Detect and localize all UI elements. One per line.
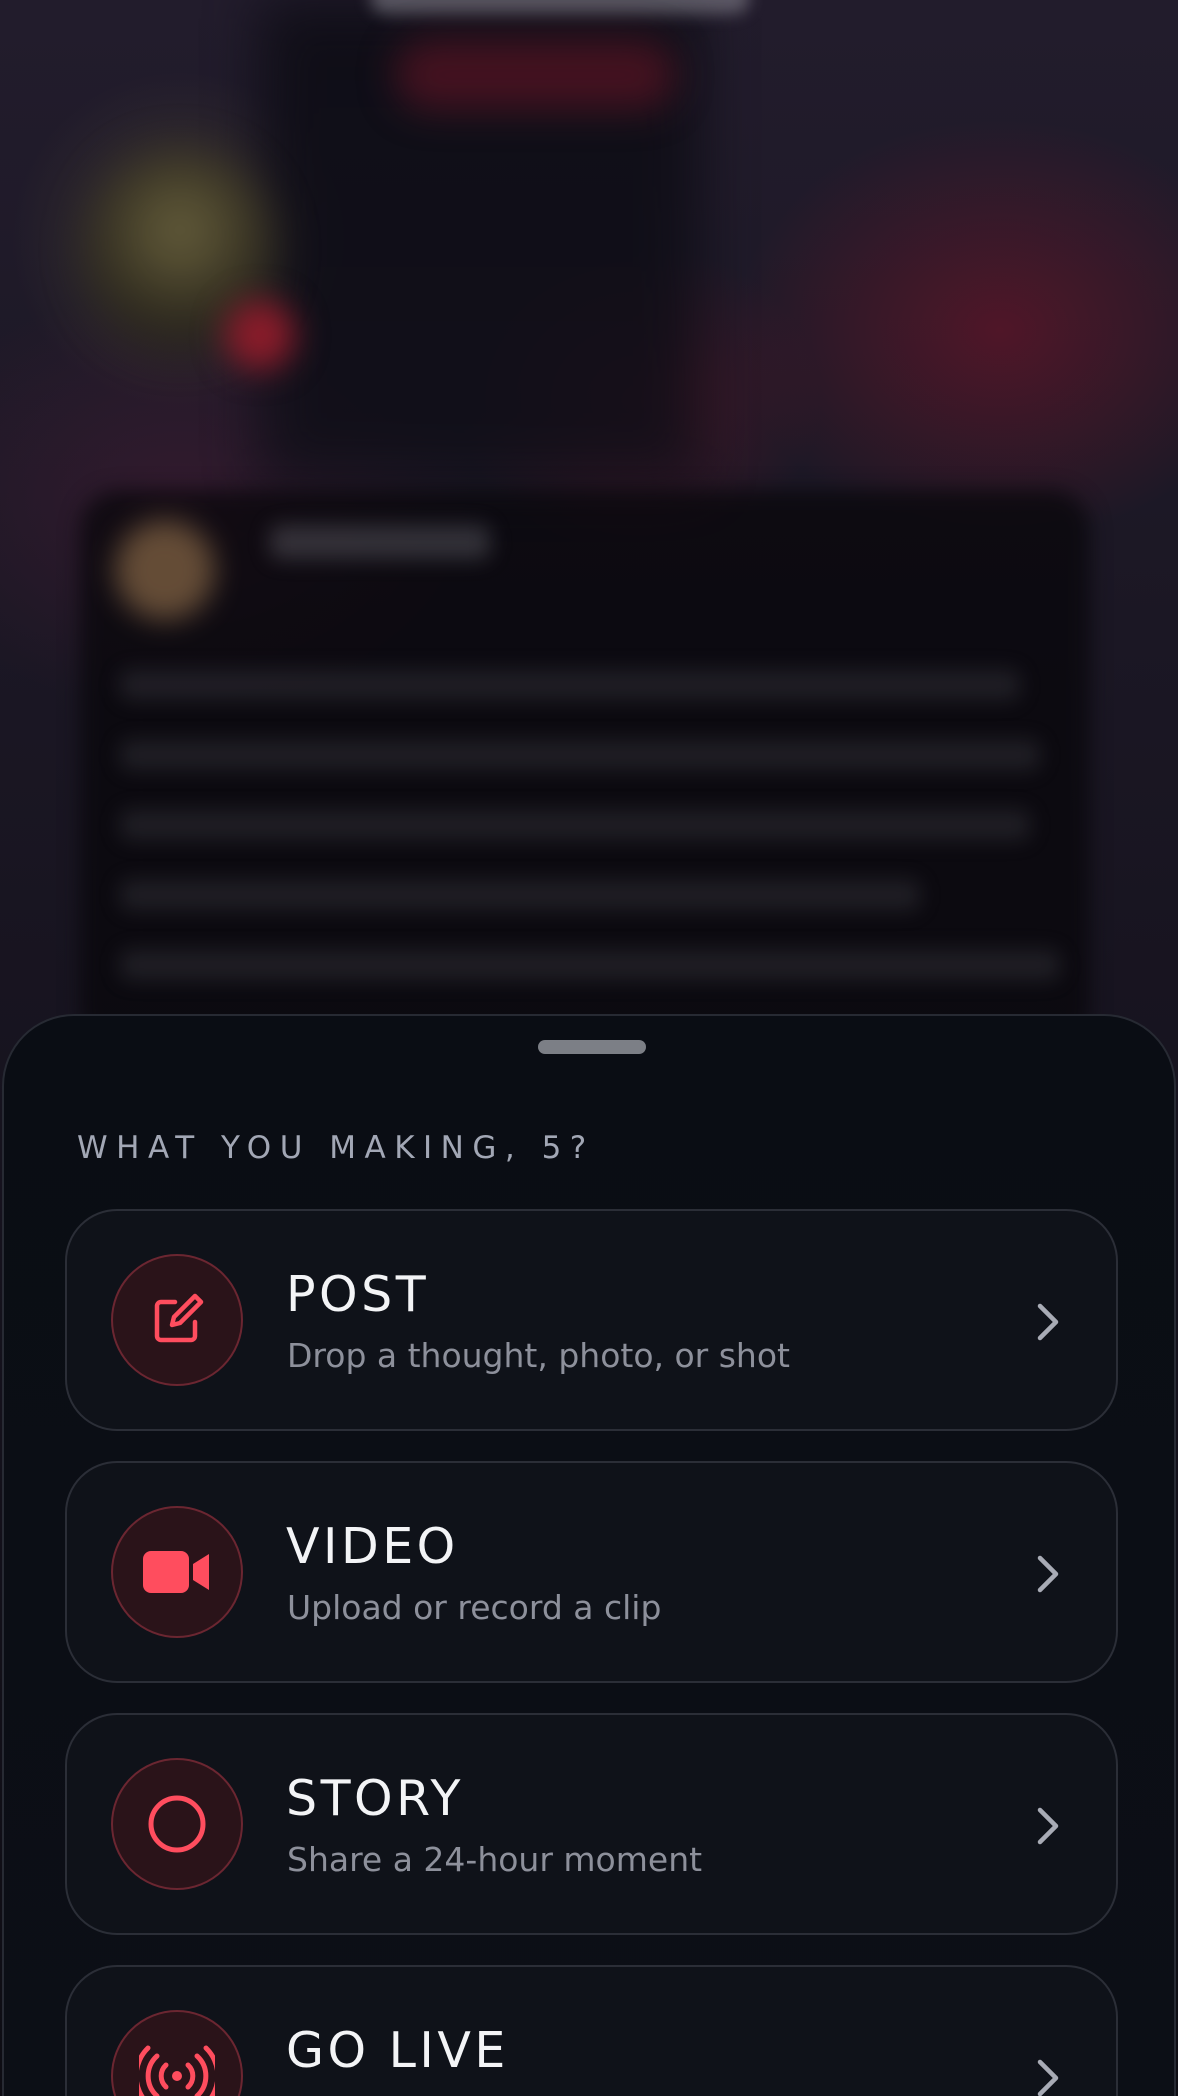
video-camera-icon xyxy=(111,1506,243,1638)
option-story-subtitle: Share a 24-hour moment xyxy=(287,1840,703,1879)
background-text-line xyxy=(120,950,1060,980)
sheet-drag-handle[interactable] xyxy=(538,1040,646,1054)
option-post-label: POST xyxy=(286,1266,430,1323)
background-status-pill xyxy=(370,0,750,14)
chevron-right-icon xyxy=(1028,1801,1068,1851)
option-story-label: STORY xyxy=(286,1770,464,1827)
background-text-line xyxy=(120,810,1030,840)
chevron-right-icon xyxy=(1028,1297,1068,1347)
option-go-live[interactable]: GO LIVE xyxy=(65,1965,1118,2096)
background-live-badge xyxy=(395,40,675,110)
background-text-line xyxy=(120,740,1040,770)
circle-icon xyxy=(111,1758,243,1890)
broadcast-icon xyxy=(111,2010,243,2096)
background-text-line xyxy=(120,670,1020,700)
option-story[interactable]: STORY Share a 24-hour moment xyxy=(65,1713,1118,1935)
chevron-right-icon xyxy=(1028,1549,1068,1599)
chevron-right-icon xyxy=(1028,2053,1068,2096)
option-video-label: VIDEO xyxy=(286,1518,459,1575)
option-post[interactable]: POST Drop a thought, photo, or shot xyxy=(65,1209,1118,1431)
create-bottom-sheet: WHAT YOU MAKING, 5? POST Drop a thought,… xyxy=(2,1014,1176,2096)
background-text-line xyxy=(120,880,920,910)
background-post-author xyxy=(270,525,490,559)
screen: WHAT YOU MAKING, 5? POST Drop a thought,… xyxy=(0,0,1178,2096)
background-notification-dot xyxy=(225,300,295,370)
option-video-subtitle: Upload or record a clip xyxy=(287,1588,662,1627)
option-go-live-label: GO LIVE xyxy=(286,2022,509,2079)
sheet-title: WHAT YOU MAKING, 5? xyxy=(77,1130,595,1166)
background-post-avatar xyxy=(115,520,215,620)
option-post-subtitle: Drop a thought, photo, or shot xyxy=(287,1336,790,1375)
option-video[interactable]: VIDEO Upload or record a clip xyxy=(65,1461,1118,1683)
compose-icon xyxy=(111,1254,243,1386)
